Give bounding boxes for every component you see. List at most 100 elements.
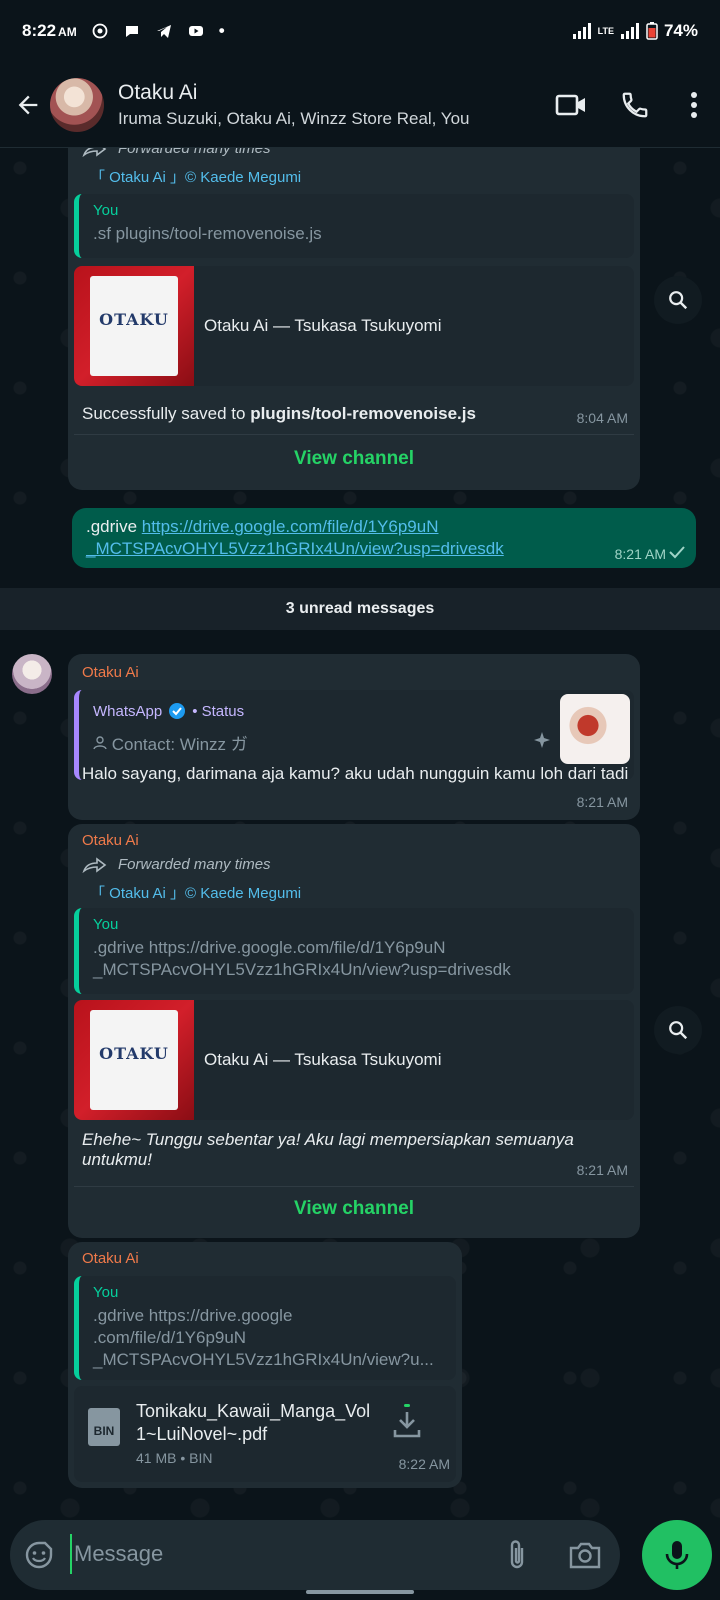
message-input[interactable] [70, 1534, 470, 1574]
view-channel-button[interactable]: View channel [68, 448, 640, 470]
message-text: Successfully saved to plugins/tool-remov… [82, 404, 476, 424]
chat-header: Otaku Ai Iruma Suzuki, Otaku Ai, Winzz S… [0, 62, 720, 148]
verified-icon [169, 703, 186, 719]
forwarded-text: Forwarded many times [118, 148, 271, 157]
battery-percent: 74% [663, 21, 698, 40]
mic-icon [665, 1541, 689, 1569]
more-options-button[interactable] [674, 80, 714, 130]
sender-name[interactable]: Otaku Ai [82, 664, 139, 681]
gesture-bar [306, 1590, 414, 1594]
attach-icon[interactable] [504, 1538, 530, 1572]
channel-name[interactable]: 「 Otaku Ai 」© Kaede Megumi [90, 166, 301, 187]
message-time: 8:21 AM [614, 546, 666, 562]
forward-icon [82, 856, 107, 873]
phone-icon [622, 92, 648, 117]
preview-title: Otaku Ai — Tsukasa Tsukuyomi [204, 1050, 442, 1069]
search-in-channel-button[interactable] [654, 276, 702, 324]
quoted-text-line1: .gdrive https://drive.google.com/file/d/… [93, 938, 446, 957]
chat-title: Otaku Ai [118, 80, 198, 104]
chat-participants: Iruma Suzuki, Otaku Ai, Winzz Store Real… [118, 108, 470, 128]
video-call-button[interactable] [546, 80, 596, 130]
message-text: Halo sayang, darimana aja kamu? aku udah… [82, 764, 629, 783]
status-thumbnail [560, 694, 630, 764]
quoted-message[interactable]: You .gdrive https://drive.google .com/fil… [74, 1276, 456, 1380]
group-avatar[interactable] [50, 77, 104, 132]
sender-name[interactable]: Otaku Ai [82, 1250, 139, 1267]
chat-title-area[interactable]: Otaku Ai Iruma Suzuki, Otaku Ai, Winzz S… [118, 81, 546, 129]
quoted-text-line2: _MCTSPAcvOHYL5Vzz1hGRIx4Un/view?usp=driv… [93, 960, 511, 979]
battery-icon [646, 22, 658, 40]
quoted-text-line1: .gdrive https://drive.google [93, 1306, 293, 1325]
telegram-icon [156, 25, 171, 38]
download-icon[interactable] [392, 1404, 422, 1440]
voice-message-button[interactable] [642, 1520, 712, 1590]
clock: 8:22 AM [22, 21, 77, 41]
video-call-icon [555, 94, 585, 115]
quoted-text: .gdrive https://drive.google .com/file/d/… [93, 1305, 442, 1371]
forwarded-text: Forwarded many times [118, 856, 271, 873]
search-icon [669, 1021, 688, 1040]
message-text: .gdrive https://drive.google.com/file/d/… [86, 516, 504, 560]
notification-dot-icon: • [218, 21, 225, 40]
youtube-icon [188, 26, 203, 36]
quoted-message[interactable]: You .gdrive https://drive.google.com/fil… [74, 908, 634, 994]
contact-name: Winzz ガ [179, 735, 248, 754]
divider [74, 434, 634, 435]
back-icon [18, 95, 38, 114]
clock-ampm: AM [58, 25, 77, 39]
forward-icon [82, 148, 107, 157]
message-bubble[interactable]: Forwarded many times 「 Otaku Ai 」© Kaede… [68, 148, 640, 490]
message-input-box[interactable] [10, 1520, 620, 1590]
unread-messages-divider: 3 unread messages [0, 588, 720, 630]
command-prefix: .gdrive [86, 517, 142, 536]
channel-thumbnail: OTAKU [74, 266, 194, 386]
channel-preview-card[interactable]: OTAKU Otaku Ai — Tsukasa Tsukuyomi [74, 1000, 634, 1120]
whatsapp-icon [92, 23, 108, 39]
message-time: 8:22 AM [398, 1456, 450, 1472]
file-type-icon: BIN [88, 1408, 120, 1446]
drive-link-continued[interactable]: _MCTSPAcvOHYL5Vzz1hGRIx4Un/view?usp=driv… [86, 539, 504, 558]
forwarded-label: Forwarded many times [82, 148, 271, 157]
chat-icon [125, 26, 138, 37]
message-bubble[interactable]: Otaku Ai Forwarded many times 「 Otaku Ai… [68, 824, 640, 1238]
back-button[interactable] [8, 85, 48, 125]
outgoing-message-bubble[interactable]: .gdrive https://drive.google.com/file/d/… [72, 508, 696, 568]
network-label: LTE [597, 25, 614, 36]
message-text: Ehehe~ Tunggu sebentar ya! Aku lagi memp… [82, 1130, 574, 1169]
quoted-text: .sf plugins/tool-removenoise.js [93, 224, 322, 243]
quoted-message[interactable]: You .sf plugins/tool-removenoise.js [74, 194, 634, 258]
voice-call-button[interactable] [610, 80, 660, 130]
quoted-text-line3: _MCTSPAcvOHYL5Vzz1hGRIx4Un/view?u... [93, 1350, 434, 1369]
emoji-icon[interactable] [24, 1540, 54, 1570]
message-list[interactable]: Forwarded many times 「 Otaku Ai 」© Kaede… [0, 148, 720, 1520]
camera-icon[interactable] [568, 1540, 602, 1570]
person-icon [93, 736, 107, 750]
view-channel-button[interactable]: View channel [68, 1198, 640, 1220]
drive-link[interactable]: https://drive.google.com/file/d/1Y6p9uN [142, 517, 439, 536]
sender-avatar[interactable] [12, 654, 52, 694]
file-meta: 41 MB • BIN [136, 1450, 213, 1466]
body-prefix: Successfully saved to [82, 404, 251, 423]
message-time: 8:21 AM [576, 794, 628, 810]
status-bar: 8:22 AM • LTE 74% [0, 0, 720, 62]
quoted-text-line2: .com/file/d/1Y6p9uN [93, 1328, 247, 1347]
more-icon [691, 91, 697, 118]
signal-icon-2 [620, 23, 639, 39]
signal-icon [572, 23, 591, 39]
quoted-sender: You [93, 916, 119, 933]
channel-thumbnail: OTAKU [74, 1000, 194, 1120]
clock-time: 8:22 [22, 21, 57, 40]
channel-name[interactable]: 「 Otaku Ai 」© Kaede Megumi [90, 882, 301, 903]
composer [0, 1520, 720, 1600]
status-source: WhatsApp • Status [93, 702, 244, 720]
search-in-channel-button[interactable] [654, 1006, 702, 1054]
message-bubble[interactable]: Otaku Ai WhatsApp • Status Contact: Winz… [68, 654, 640, 820]
channel-preview-card[interactable]: OTAKU Otaku Ai — Tsukasa Tsukuyomi [74, 266, 634, 386]
divider [74, 1186, 634, 1187]
status-contact: Contact: Winzz ガ [93, 730, 248, 755]
quoted-sender: You [93, 1284, 119, 1301]
message-bubble[interactable]: Otaku Ai You .gdrive https://drive.googl… [68, 1242, 462, 1488]
quoted-sender: You [93, 202, 119, 219]
message-time: 8:21 AM [576, 1162, 628, 1178]
sender-name[interactable]: Otaku Ai [82, 832, 139, 849]
